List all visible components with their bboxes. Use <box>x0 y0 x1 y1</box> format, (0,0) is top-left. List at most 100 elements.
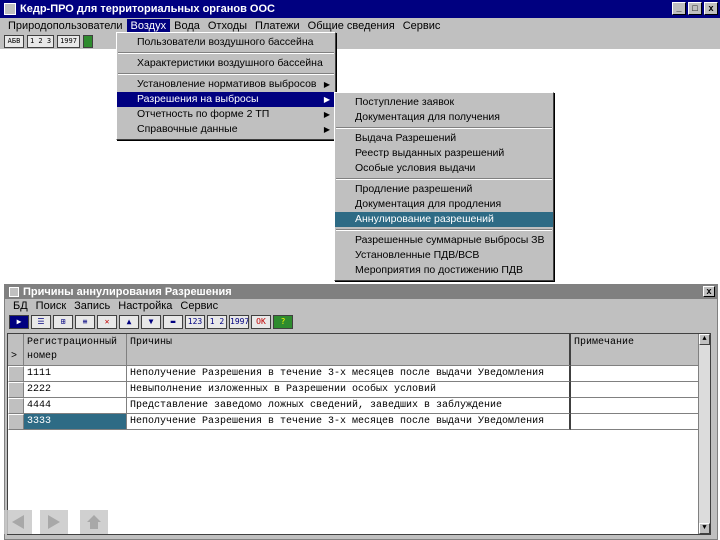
submenu-item-pdv-measures[interactable]: Мероприятия по достижению ПДВ <box>335 263 553 278</box>
insert-row-icon[interactable]: ⊞ <box>53 314 73 329</box>
menu-item-reference-data[interactable]: Справочные данные ▶ <box>117 122 335 137</box>
submenu-item-docs-obtain[interactable]: Документация для получения <box>335 110 553 125</box>
cell-note[interactable] <box>571 398 699 414</box>
child-toolbar: ▶ ☰ ⊞ ≡ ✕ ▲ ▼ ▬ 123 1 2 3 1997 OK ? <box>5 313 717 330</box>
ok-button[interactable]: OK <box>251 314 271 329</box>
toolbar-year-button[interactable]: 1997 <box>57 34 80 48</box>
table-row[interactable]: 4444 Представление заведомо ложных сведе… <box>8 398 710 414</box>
menu-separator <box>336 127 552 129</box>
cell-note[interactable] <box>571 414 699 430</box>
row-indicator[interactable] <box>8 366 24 382</box>
submenu-item-total-emissions[interactable]: Разрешенные суммарные выбросы ЗВ <box>335 233 553 248</box>
toolbar-exit-button[interactable] <box>82 34 93 48</box>
row-indicator[interactable] <box>8 398 24 414</box>
menu-item-report-2tp[interactable]: Отчетность по форме 2 ТП ▶ <box>117 107 335 122</box>
menu-payments[interactable]: Платежи <box>251 19 304 33</box>
column-header-label: Примечание <box>574 337 635 348</box>
menu-item-air-users[interactable]: Пользователи воздушного бассейна <box>117 35 335 50</box>
column-header-reasons[interactable]: Причины <box>127 334 571 366</box>
menu-users[interactable]: Природопользователи <box>4 19 127 33</box>
menu-general-info[interactable]: Общие сведения <box>304 19 399 33</box>
toolbar-alpha-button[interactable]: АБВ <box>4 34 24 48</box>
permits-submenu: Поступление заявок Документация для полу… <box>334 92 554 281</box>
submenu-item-issue[interactable]: Выдача Разрешений <box>335 131 553 146</box>
submenu-item-renewal[interactable]: Продление разрешений <box>335 182 553 197</box>
window-title: Кедр-ПРО для территориальных органов ООС <box>20 3 275 15</box>
menu-separator <box>336 178 552 180</box>
child-menubar: БД Поиск Запись Настройка Сервис <box>5 299 717 313</box>
cell-note[interactable] <box>571 366 699 382</box>
submenu-item-docs-renewal[interactable]: Документация для продления <box>335 197 553 212</box>
submenu-item-cancellation[interactable]: Аннулирование разрешений <box>335 212 553 227</box>
app-icon <box>4 3 16 15</box>
submenu-item-established-pdv[interactable]: Установленные ПДВ/ВСВ <box>335 248 553 263</box>
menu-water[interactable]: Вода <box>170 19 204 33</box>
child-menu-settings[interactable]: Настройка <box>114 300 176 312</box>
submenu-item-special-conditions[interactable]: Особые условия выдачи <box>335 161 553 176</box>
numeric-format-button[interactable]: 123 <box>185 314 205 329</box>
menu-service[interactable]: Сервис <box>399 19 445 33</box>
close-button[interactable]: x <box>704 2 718 15</box>
cell-reason[interactable]: Неполучение Разрешения в течение 3-х мес… <box>127 414 571 430</box>
menu-item-air-characteristics[interactable]: Характеристики воздушного бассейна <box>117 56 335 71</box>
add-row-icon[interactable]: ≡ <box>75 314 95 329</box>
main-menubar: Природопользователи Воздух Вода Отходы П… <box>0 18 720 33</box>
menu-item-label: Отчетность по форме 2 ТП <box>137 108 270 120</box>
table-row[interactable]: 1111 Неполучение Разрешения в течение 3-… <box>8 366 710 382</box>
move-up-icon[interactable]: ▲ <box>119 314 139 329</box>
edit-icon[interactable]: ▬ <box>163 314 183 329</box>
run-icon[interactable]: ▶ <box>9 314 29 329</box>
nav-forward-icon[interactable] <box>40 510 68 534</box>
child-titlebar: Причины аннулирования Разрешения x <box>5 285 717 299</box>
table-row[interactable]: 2222 Невыполнение изложенных в Разрешени… <box>8 382 710 398</box>
cell-note[interactable] <box>571 382 699 398</box>
menu-separator <box>118 73 334 75</box>
menu-waste[interactable]: Отходы <box>204 19 251 33</box>
nav-back-icon[interactable] <box>4 510 32 534</box>
vertical-scrollbar[interactable]: ▲ ▼ <box>698 334 710 534</box>
nav-home-icon[interactable] <box>80 510 108 534</box>
reasons-table[interactable]: > Регистрационный номер Причины Примечан… <box>7 333 711 535</box>
child-menu-record[interactable]: Запись <box>70 300 114 312</box>
delete-row-icon[interactable]: ✕ <box>97 314 117 329</box>
menu-item-emission-permits[interactable]: Разрешения на выбросы ▶ <box>117 92 335 107</box>
child-menu-service[interactable]: Сервис <box>176 300 222 312</box>
submenu-item-applications[interactable]: Поступление заявок <box>335 95 553 110</box>
scroll-down-icon[interactable]: ▼ <box>699 523 710 534</box>
menu-item-emission-standards[interactable]: Установление нормативов выбросов ▶ <box>117 77 335 92</box>
submenu-item-registry[interactable]: Реестр выданных разрешений <box>335 146 553 161</box>
cell-reg-number[interactable]: 1111 <box>24 366 127 382</box>
row-marker: > <box>11 351 18 362</box>
cell-reason[interactable]: Невыполнение изложенных в Разрешении осо… <box>127 382 571 398</box>
cell-reg-number[interactable]: 4444 <box>24 398 127 414</box>
column-header-note[interactable]: Примечание <box>571 334 699 366</box>
date-field-button[interactable]: 1997 <box>229 314 249 329</box>
toolbar-numeric-button[interactable]: 1 2 3 <box>27 34 55 48</box>
submenu-arrow-icon: ▶ <box>323 80 330 89</box>
move-down-icon[interactable]: ▼ <box>141 314 161 329</box>
column-header-reg-number[interactable]: Регистрационный номер <box>24 334 127 366</box>
cell-reason[interactable]: Неполучение Разрешения в течение 3-х мес… <box>127 366 571 382</box>
table-view-icon[interactable]: ☰ <box>31 314 51 329</box>
submenu-arrow-icon: ▶ <box>323 110 330 119</box>
row-indicator[interactable] <box>8 414 24 430</box>
number-field-button[interactable]: 1 2 3 <box>207 314 227 329</box>
child-close-button[interactable]: x <box>703 286 715 297</box>
table-row-selected[interactable]: 3333 Неполучение Разрешения в течение 3-… <box>8 414 710 430</box>
minimize-button[interactable]: _ <box>672 2 686 15</box>
cell-reg-number[interactable]: 3333 <box>24 414 127 430</box>
menu-item-label: Разрешения на выбросы <box>137 93 259 105</box>
cell-reg-number[interactable]: 2222 <box>24 382 127 398</box>
scroll-up-icon[interactable]: ▲ <box>699 334 710 345</box>
air-menu: Пользователи воздушного бассейна Характе… <box>116 32 336 140</box>
maximize-button[interactable]: □ <box>688 2 702 15</box>
menu-air[interactable]: Воздух <box>126 18 171 33</box>
table-header-indicator: > <box>8 334 24 366</box>
child-menu-search[interactable]: Поиск <box>32 300 70 312</box>
cell-reason[interactable]: Представление заведомо ложных сведений, … <box>127 398 571 414</box>
menu-separator <box>118 52 334 54</box>
window-icon <box>9 287 19 297</box>
row-indicator[interactable] <box>8 382 24 398</box>
help-button[interactable]: ? <box>273 314 293 329</box>
child-menu-db[interactable]: БД <box>9 300 32 312</box>
